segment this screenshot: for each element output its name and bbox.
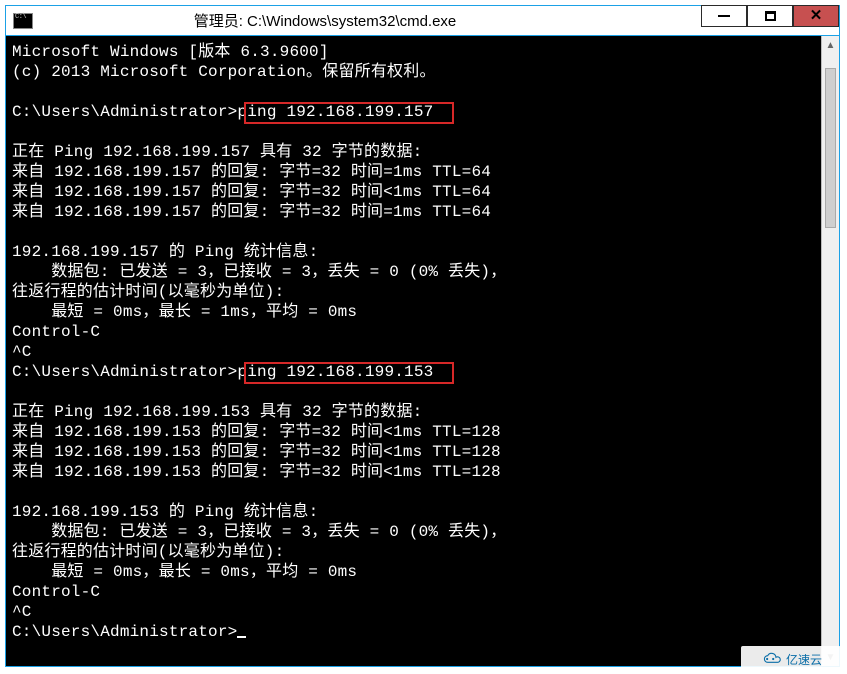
- line: 来自 192.168.199.157 的回复: 字节=32 时间<1ms TTL…: [12, 183, 491, 201]
- line: 来自 192.168.199.157 的回复: 字节=32 时间=1ms TTL…: [12, 163, 491, 181]
- line: ^C: [12, 343, 32, 361]
- line: C:\Users\Administrator>ping 192.168.199.…: [12, 103, 433, 121]
- line: 来自 192.168.199.153 的回复: 字节=32 时间<1ms TTL…: [12, 463, 501, 481]
- line: 正在 Ping 192.168.199.157 具有 32 字节的数据:: [12, 143, 422, 161]
- close-button[interactable]: ✕: [793, 5, 839, 27]
- line: 192.168.199.153 的 Ping 统计信息:: [12, 503, 318, 521]
- line: 192.168.199.157 的 Ping 统计信息:: [12, 243, 318, 261]
- watermark-text: 亿速云: [786, 651, 822, 668]
- line: Microsoft Windows [版本 6.3.9600]: [12, 43, 329, 61]
- window-title: 管理员: C:\Windows\system32\cmd.exe: [0, 10, 701, 31]
- cmd-window: 管理员: C:\Windows\system32\cmd.exe ✕ Micro…: [5, 5, 840, 667]
- cmd-system-icon[interactable]: [13, 13, 33, 29]
- line: 最短 = 0ms，最长 = 1ms，平均 = 0ms: [12, 303, 357, 321]
- maximize-button[interactable]: [747, 5, 793, 27]
- line: (c) 2013 Microsoft Corporation。保留所有权利。: [12, 63, 436, 81]
- cloud-icon: [760, 652, 782, 666]
- vertical-scrollbar[interactable]: ▲ ▼: [821, 36, 839, 666]
- line: 往返行程的估计时间(以毫秒为单位):: [12, 543, 284, 561]
- line: ^C: [12, 603, 32, 621]
- line: 正在 Ping 192.168.199.153 具有 32 字节的数据:: [12, 403, 422, 421]
- cursor: [237, 636, 246, 638]
- line: 来自 192.168.199.153 的回复: 字节=32 时间<1ms TTL…: [12, 443, 501, 461]
- prompt-line: C:\Users\Administrator>: [12, 623, 237, 641]
- line: 数据包: 已发送 = 3，已接收 = 3，丢失 = 0 (0% 丢失)，: [12, 523, 506, 541]
- line: 往返行程的估计时间(以毫秒为单位):: [12, 283, 284, 301]
- line: 数据包: 已发送 = 3，已接收 = 3，丢失 = 0 (0% 丢失)，: [12, 263, 506, 281]
- line: Control-C: [12, 323, 100, 341]
- line: C:\Users\Administrator>ping 192.168.199.…: [12, 363, 433, 381]
- title-bar[interactable]: 管理员: C:\Windows\system32\cmd.exe ✕: [6, 6, 839, 36]
- line: 来自 192.168.199.157 的回复: 字节=32 时间=1ms TTL…: [12, 203, 491, 221]
- line: 来自 192.168.199.153 的回复: 字节=32 时间<1ms TTL…: [12, 423, 501, 441]
- line: 最短 = 0ms，最长 = 0ms，平均 = 0ms: [12, 563, 357, 581]
- scroll-up-arrow-icon[interactable]: ▲: [822, 36, 839, 54]
- line: Control-C: [12, 583, 100, 601]
- watermark-badge: 亿速云: [741, 646, 841, 672]
- scroll-thumb[interactable]: [825, 68, 836, 228]
- minimize-button[interactable]: [701, 5, 747, 27]
- terminal-output[interactable]: Microsoft Windows [版本 6.3.9600] (c) 2013…: [6, 36, 821, 666]
- window-controls: ✕: [701, 6, 839, 35]
- client-area: Microsoft Windows [版本 6.3.9600] (c) 2013…: [6, 36, 839, 666]
